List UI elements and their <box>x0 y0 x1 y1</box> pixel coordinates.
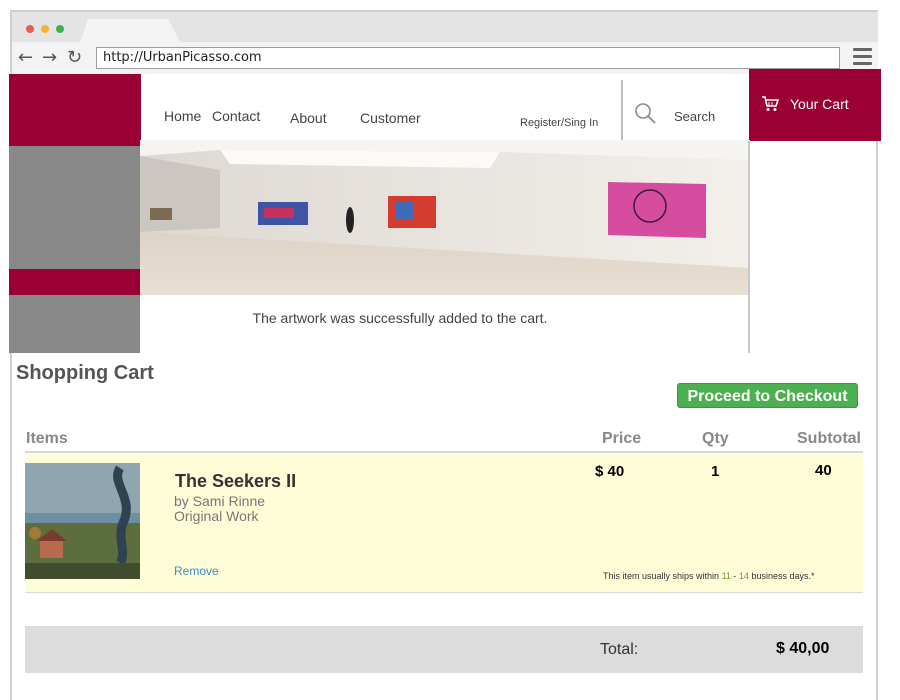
search-icon[interactable] <box>634 102 656 124</box>
browser-menu-icon[interactable] <box>853 48 872 66</box>
cart-icon <box>762 96 779 111</box>
nav-home[interactable]: Home <box>164 108 201 124</box>
proceed-to-checkout-button[interactable]: Proceed to Checkout <box>677 383 858 408</box>
nav-about[interactable]: About <box>290 110 327 126</box>
back-arrow-icon[interactable]: ← <box>18 48 33 68</box>
your-cart-label: Your Cart <box>790 96 849 112</box>
side-block <box>9 146 141 269</box>
browser-tab[interactable] <box>80 19 180 42</box>
url-bar[interactable]: http://UrbanPicasso.com <box>96 47 840 69</box>
shipping-days-from: 11 <box>721 571 731 581</box>
success-message: The artwork was successfully added to th… <box>252 310 548 326</box>
close-window-dot[interactable] <box>26 25 34 33</box>
hero-divider <box>748 141 750 353</box>
artwork-thumbnail[interactable] <box>25 463 140 579</box>
shipping-days-sep: - <box>733 571 737 581</box>
logo-block[interactable] <box>9 74 141 146</box>
shipping-prefix: This item usually ships within <box>603 571 720 581</box>
reload-icon[interactable]: ↻ <box>67 48 82 68</box>
item-artist: by Sami Rinne <box>174 493 266 509</box>
side-block-lower <box>9 295 141 353</box>
shipping-suffix: business days.* <box>751 571 815 581</box>
your-cart-button[interactable]: Your Cart <box>749 69 881 141</box>
shipping-note: This item usually ships within 11 - 14 b… <box>603 571 815 581</box>
column-header-qty: Qty <box>702 430 729 447</box>
total-value: $ 40,00 <box>776 640 830 657</box>
gallery-hero-image <box>140 140 750 295</box>
forward-arrow-icon[interactable]: → <box>42 48 57 68</box>
item-quantity[interactable]: 1 <box>711 463 719 480</box>
nav-contact[interactable]: Contact <box>212 108 260 124</box>
item-subtotal: 40 <box>815 462 832 479</box>
nav-divider <box>621 80 623 140</box>
remove-item-link[interactable]: Remove <box>174 564 219 578</box>
page-title: Shopping Cart <box>16 362 154 384</box>
maximize-window-dot[interactable] <box>56 25 64 33</box>
item-price: $ 40 <box>595 463 625 480</box>
column-header-price: Price <box>602 430 642 447</box>
nav-customer[interactable]: Customer <box>360 110 421 126</box>
minimize-window-dot[interactable] <box>41 25 49 33</box>
search-label[interactable]: Search <box>674 109 715 124</box>
item-title[interactable]: The Seekers II <box>175 471 296 492</box>
total-bar <box>25 626 863 673</box>
column-header-subtotal: Subtotal <box>797 430 861 447</box>
total-label: Total: <box>600 641 639 658</box>
side-accent-block <box>9 269 141 295</box>
column-header-items: Items <box>26 430 68 447</box>
row-divider <box>25 592 863 593</box>
register-sign-in-link[interactable]: Register/Sing In <box>520 117 598 129</box>
shipping-days-to: 14 <box>738 571 749 581</box>
item-type: Original Work <box>174 508 259 524</box>
